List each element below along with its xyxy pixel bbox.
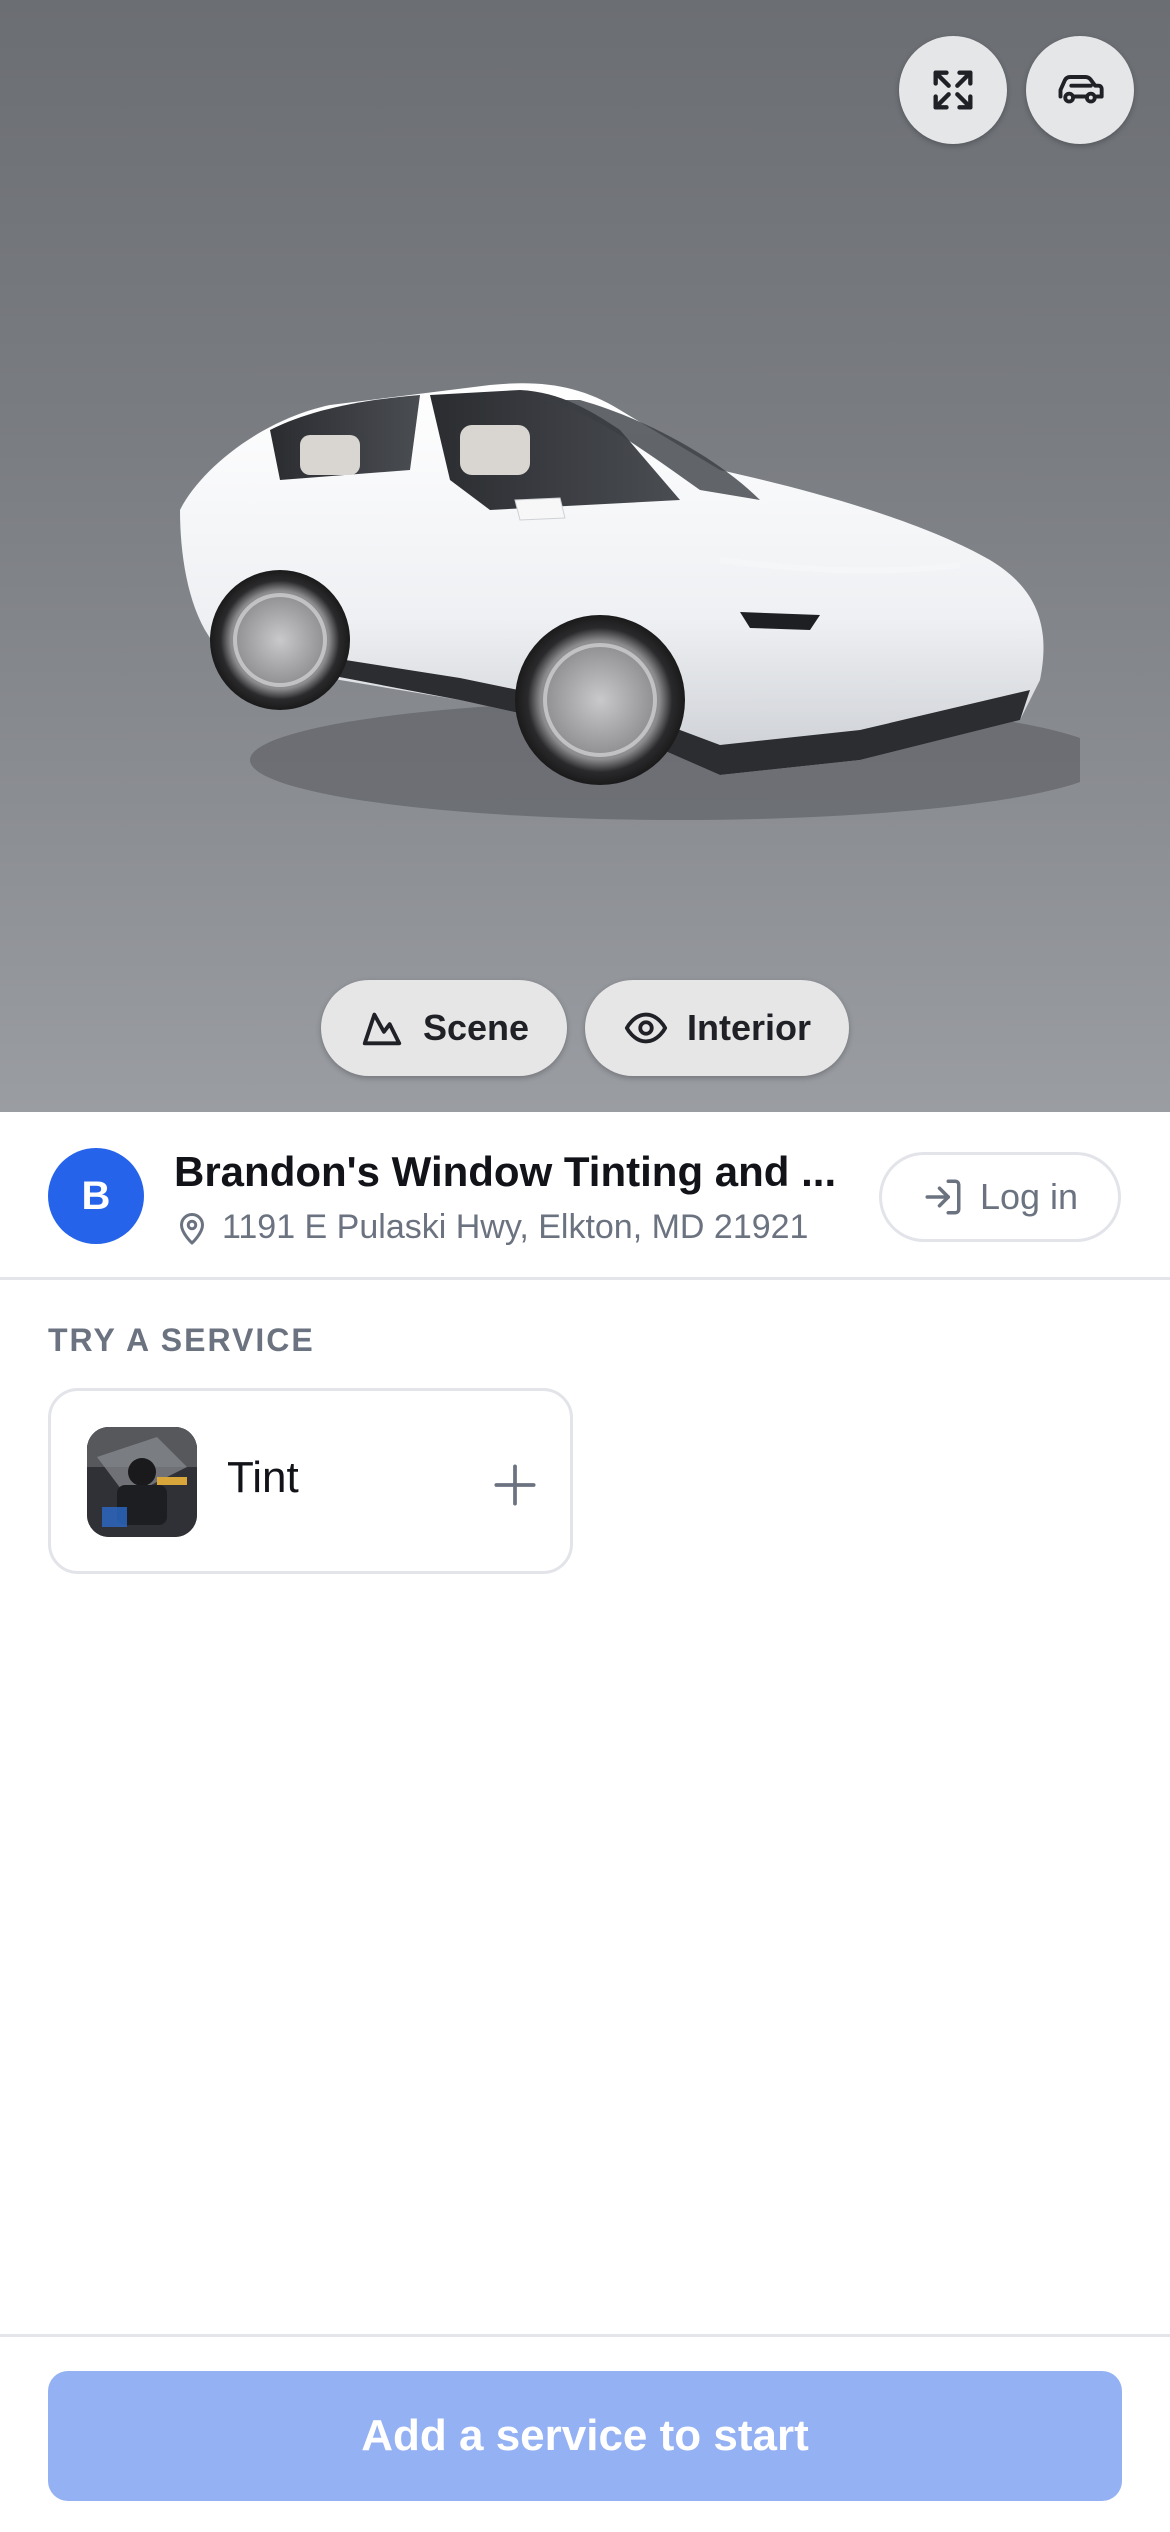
shop-address: 1191 E Pulaski Hwy, Elkton, MD 21921	[174, 1208, 808, 1247]
mountain-icon	[362, 1012, 402, 1046]
car-icon	[1058, 75, 1104, 104]
login-label: Log in	[979, 1176, 1079, 1217]
expand-icon	[933, 70, 973, 110]
location-pin-icon	[180, 1212, 204, 1244]
interior-button[interactable]: Interior	[585, 980, 849, 1076]
fullscreen-button[interactable]	[899, 36, 1007, 144]
plus-icon[interactable]	[487, 1457, 543, 1513]
service-name: Tint	[227, 1453, 299, 1502]
login-button[interactable]: Log in	[879, 1152, 1121, 1242]
shop-name: Brandon's Window Tinting and ...	[174, 1148, 837, 1195]
login-icon	[925, 1179, 961, 1215]
change-vehicle-button[interactable]	[1026, 36, 1134, 144]
add-service-button[interactable]: Add a service to start	[48, 2371, 1122, 2501]
service-thumbnail	[87, 1427, 197, 1537]
footer: Add a service to start	[0, 2334, 1170, 2532]
vehicle-3d-model[interactable]	[160, 360, 1080, 830]
shop-avatar: B	[48, 1148, 144, 1244]
interior-label: Interior	[686, 1007, 811, 1048]
shop-header: B Brandon's Window Tinting and ... 1191 …	[0, 1112, 1170, 1280]
section-title: TRY A SERVICE	[48, 1322, 315, 1358]
scene-button[interactable]: Scene	[321, 980, 567, 1076]
eye-icon	[624, 1012, 668, 1044]
vehicle-viewer[interactable]: Scene Interior	[0, 0, 1170, 1112]
scene-label: Scene	[422, 1007, 530, 1048]
shop-address-text: 1191 E Pulaski Hwy, Elkton, MD 21921	[222, 1208, 809, 1246]
service-card-tint[interactable]: Tint	[48, 1388, 573, 1574]
